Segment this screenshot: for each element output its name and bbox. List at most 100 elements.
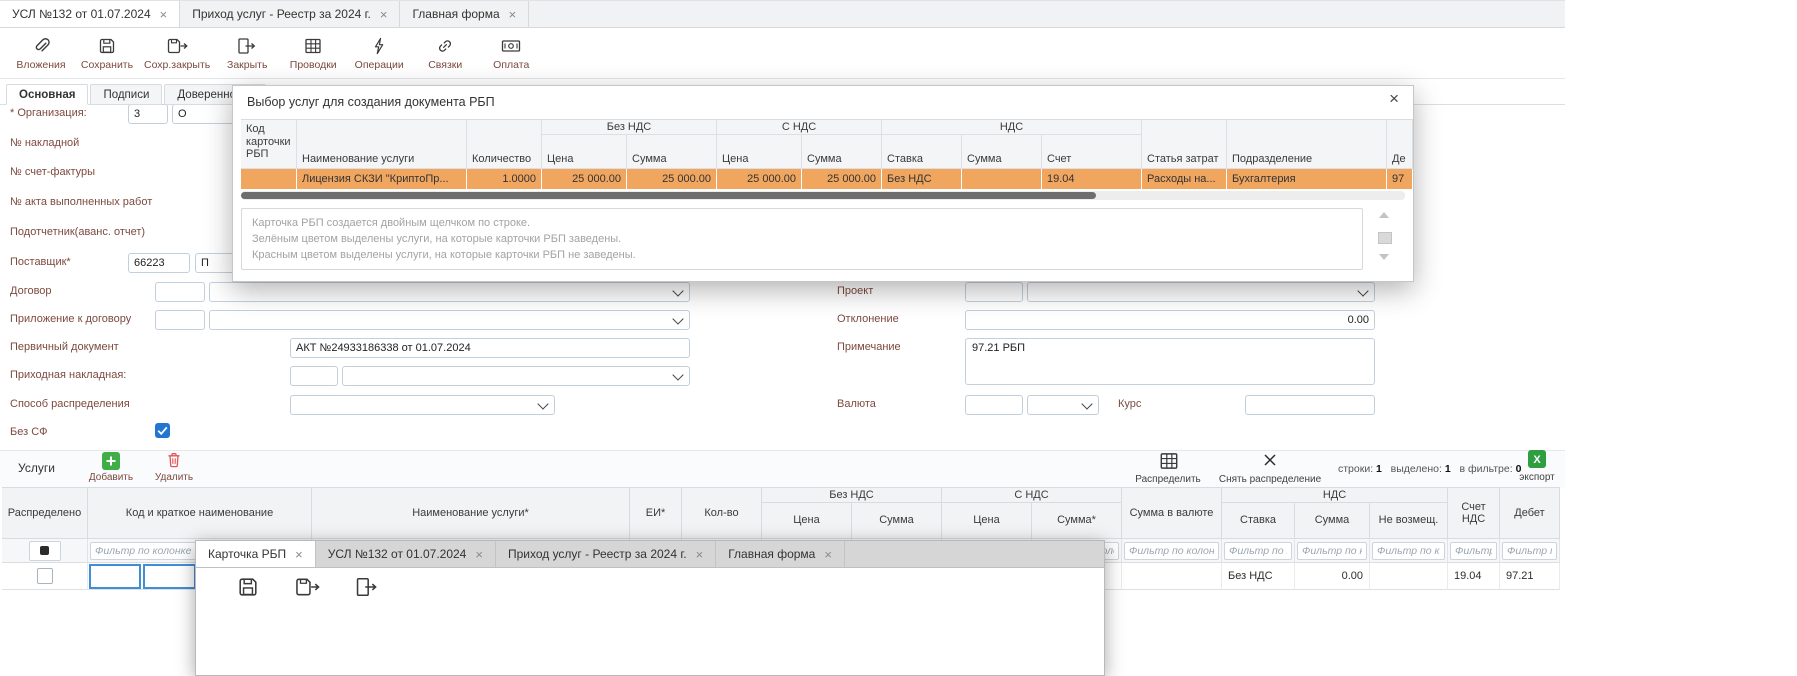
column-header-sum-with-vat[interactable]: Сумма* [1032,503,1122,539]
dlg-column-header-price-no-vat[interactable]: Цена [542,135,627,169]
focused-cell[interactable] [89,564,141,589]
dlg-row-cell-sum-no-vat[interactable]: 25 000.00 [627,169,717,189]
save-button[interactable]: Сохранить [78,34,136,71]
links-button[interactable]: Связки [416,34,474,71]
tab-close-icon[interactable]: × [380,8,388,21]
save-close-button[interactable] [294,575,320,604]
dlg-column-header-sum-with-vat[interactable]: Сумма [802,135,882,169]
dlg-column-header-debit[interactable]: Де [1387,119,1413,169]
dlg-column-header-price-with-vat[interactable]: Цена [717,135,802,169]
dlg-row-cell-vat-rate[interactable]: Без НДС [882,169,962,189]
distribution-method-select[interactable] [290,395,555,415]
dlg-column-header-vat-rate[interactable]: Ставка [882,135,962,169]
tab-close-icon[interactable]: × [509,8,517,21]
dialog-close-icon[interactable]: × [1389,90,1399,107]
annex-select[interactable] [209,310,690,330]
row-cell-distributed[interactable] [2,563,88,590]
dlg-column-header-vat-account[interactable]: Счет [1042,135,1142,169]
tab-kartochka-rbp[interactable]: Карточка РБП × [196,541,316,567]
doc-tab-usl-132[interactable]: УСЛ №132 от 01.07.2024 × [0,1,180,27]
tab-close-icon[interactable]: × [295,548,303,561]
dlg-hscrollbar-track[interactable] [241,191,1405,200]
distributed-filter-toggle[interactable] [29,541,61,561]
tab-podpisi[interactable]: Подписи [90,84,162,105]
row-cell-currency-sum[interactable] [1122,563,1222,590]
dlg-column-header-qty[interactable]: Количество [467,119,542,169]
dlg-row-cell-debit[interactable]: 97 [1387,169,1413,189]
attachments-button[interactable]: Вложения [12,34,70,71]
dlg-row-cell-vat-account[interactable]: 19.04 [1042,169,1142,189]
tab-close-icon[interactable]: × [824,548,832,561]
row-cell-vat-rate[interactable]: Без НДС [1222,563,1295,590]
export-excel-button[interactable]: X [1528,450,1546,473]
column-header-sum-no-vat[interactable]: Сумма [852,503,942,539]
distribute-button[interactable] [1158,450,1180,477]
tab-glavnaya-forma[interactable]: Главная форма × [716,541,845,567]
incoming-waybill-code-field[interactable] [290,366,338,386]
dlg-row-cell-sum-with-vat[interactable]: 25 000.00 [802,169,882,189]
dlg-vscroll-down-icon[interactable] [1379,254,1389,260]
dlg-column-header-department[interactable]: Подразделение [1227,119,1387,169]
dlg-vscroll-thumb[interactable] [1378,232,1392,244]
dlg-row-cell-price-no-vat[interactable]: 25 000.00 [542,169,627,189]
currency-code-field[interactable] [965,395,1023,415]
dlg-row-cell-price-with-vat[interactable]: 25 000.00 [717,169,802,189]
column-header-unit[interactable]: ЕИ* [630,487,682,539]
column-header-debit[interactable]: Дебет [1500,487,1560,539]
save-button[interactable] [236,575,260,604]
row-checkbox[interactable] [37,568,53,584]
incoming-waybill-select[interactable] [342,366,690,386]
filter-input-vat-sum[interactable] [1297,542,1367,560]
dlg-column-header-cost-item[interactable]: Статья затрат [1142,119,1227,169]
supplier-code-field[interactable] [128,253,190,273]
organization-code-field[interactable] [128,104,168,124]
filter-input-vat-rate[interactable] [1224,542,1292,560]
project-code-field[interactable] [965,282,1023,302]
column-header-price-with-vat[interactable]: Цена [942,503,1032,539]
contract-select[interactable] [209,282,690,302]
row-cell-non-refund[interactable] [1370,563,1448,590]
currency-select[interactable] [1027,395,1099,415]
rate-field[interactable] [1245,395,1375,415]
dlg-row-cell-service[interactable]: Лицензия СКЗИ "КриптоПр... [297,169,467,189]
column-header-vat-account[interactable]: Счет НДС [1448,487,1500,539]
tab-close-icon[interactable]: × [696,548,704,561]
no-sf-checkbox[interactable] [155,423,170,443]
row-cell-vat-sum[interactable]: 0.00 [1295,563,1370,590]
tab-prihod-uslug[interactable]: Приход услуг - Реестр за 2024 г. × [496,541,716,567]
filter-input-vat-account[interactable] [1450,542,1497,560]
operations-button[interactable]: Операции [350,34,408,71]
dlg-row-cell-vat-sum[interactable] [962,169,1042,189]
column-header-service[interactable]: Наименование услуги* [312,487,630,539]
doc-tab-prihod-uslug[interactable]: Приход услуг - Реестр за 2024 г. × [180,1,400,27]
tab-close-icon[interactable]: × [475,548,483,561]
note-field[interactable]: 97.21 РБП [965,338,1375,385]
focused-cell[interactable] [143,564,196,589]
column-header-vat-rate[interactable]: Ставка [1222,503,1295,539]
column-header-distributed[interactable]: Распределено [2,487,88,539]
payment-button[interactable]: Оплата [482,34,540,71]
dlg-column-header-code[interactable]: Код карточки РБП [241,119,297,169]
dlg-row-cell-code[interactable] [241,169,297,189]
column-header-non-refund[interactable]: Не возмещ. [1370,503,1448,539]
filter-input-currency-sum[interactable] [1124,542,1219,560]
dlg-row-cell-cost-item[interactable]: Расходы на... [1142,169,1227,189]
column-header-qty[interactable]: Кол-во [682,487,762,539]
contract-code-field[interactable] [155,282,205,302]
deviation-field[interactable] [965,310,1375,330]
row-cell-debit[interactable]: 97.21 [1500,563,1560,590]
close-button[interactable]: Закрыть [218,34,276,71]
dlg-vscroll-up-icon[interactable] [1379,212,1389,218]
doc-tab-glavnaya-forma[interactable]: Главная форма × [400,1,529,27]
tab-osnovnaya[interactable]: Основная [6,84,88,105]
project-select[interactable] [1027,282,1375,302]
column-header-currency-sum[interactable]: Сумма в валюте [1122,487,1222,539]
column-header-code[interactable]: Код и краткое наименование [88,487,312,539]
dlg-column-header-sum-no-vat[interactable]: Сумма [627,135,717,169]
dlg-row-cell-qty[interactable]: 1.0000 [467,169,542,189]
tab-usl-132[interactable]: УСЛ №132 от 01.07.2024 × [316,541,496,567]
dlg-column-header-vat-sum[interactable]: Сумма [962,135,1042,169]
dlg-row-cell-department[interactable]: Бухгалтерия [1227,169,1387,189]
column-header-price-no-vat[interactable]: Цена [762,503,852,539]
undistribute-button[interactable] [1262,452,1278,473]
